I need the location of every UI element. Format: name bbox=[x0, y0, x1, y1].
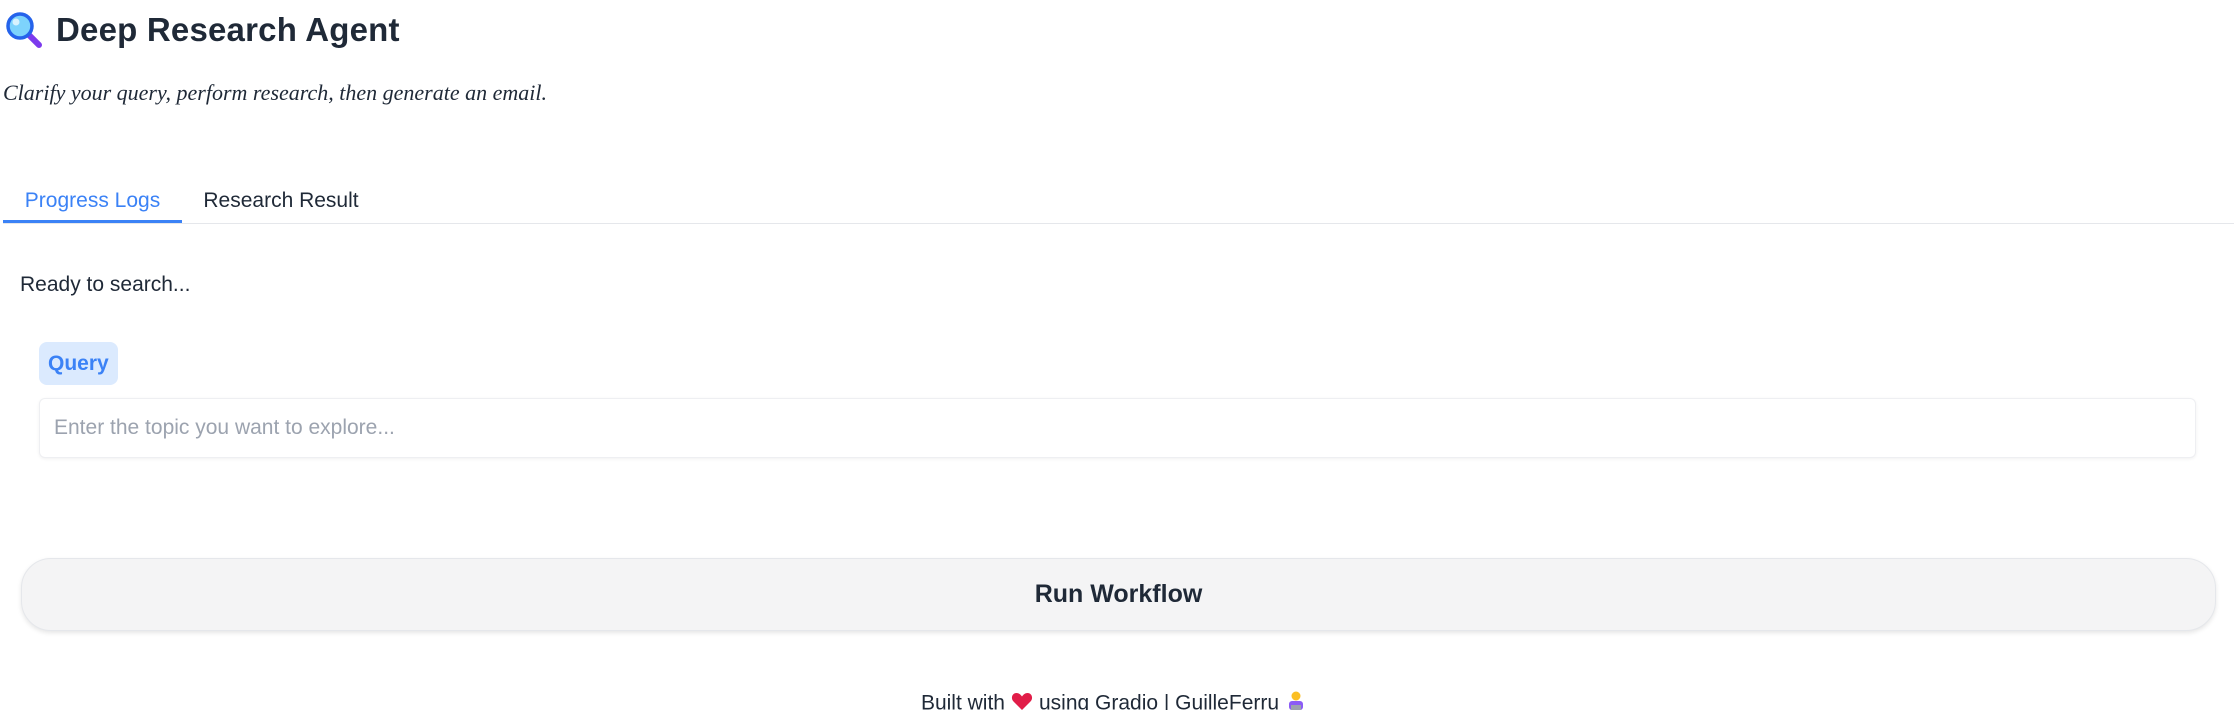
tab-research-result[interactable]: Research Result bbox=[182, 170, 380, 222]
header: Deep Research Agent bbox=[4, 10, 400, 50]
page-title: Deep Research Agent bbox=[56, 11, 400, 48]
heart-icon bbox=[1011, 691, 1033, 710]
query-input[interactable] bbox=[39, 398, 2196, 458]
footer-text-before: Built with bbox=[920, 691, 1005, 710]
technologist-icon bbox=[1285, 690, 1307, 710]
tab-bar: Progress Logs Research Result bbox=[3, 170, 2234, 224]
run-workflow-button[interactable]: Run Workflow bbox=[21, 558, 2216, 631]
magnifying-glass-icon bbox=[4, 10, 44, 50]
app-root: Deep Research Agent Clarify your query, … bbox=[0, 0, 2234, 710]
page-subtitle: Clarify your query, perform research, th… bbox=[3, 80, 547, 105]
footer: Built with using Gradio | GuilleFerru bbox=[0, 690, 2234, 710]
status-text: Ready to search... bbox=[20, 273, 191, 296]
tab-progress-logs[interactable]: Progress Logs bbox=[3, 170, 182, 223]
query-label: Query bbox=[39, 342, 118, 385]
footer-text-after: using Gradio | GuilleFerru bbox=[1038, 691, 1280, 710]
